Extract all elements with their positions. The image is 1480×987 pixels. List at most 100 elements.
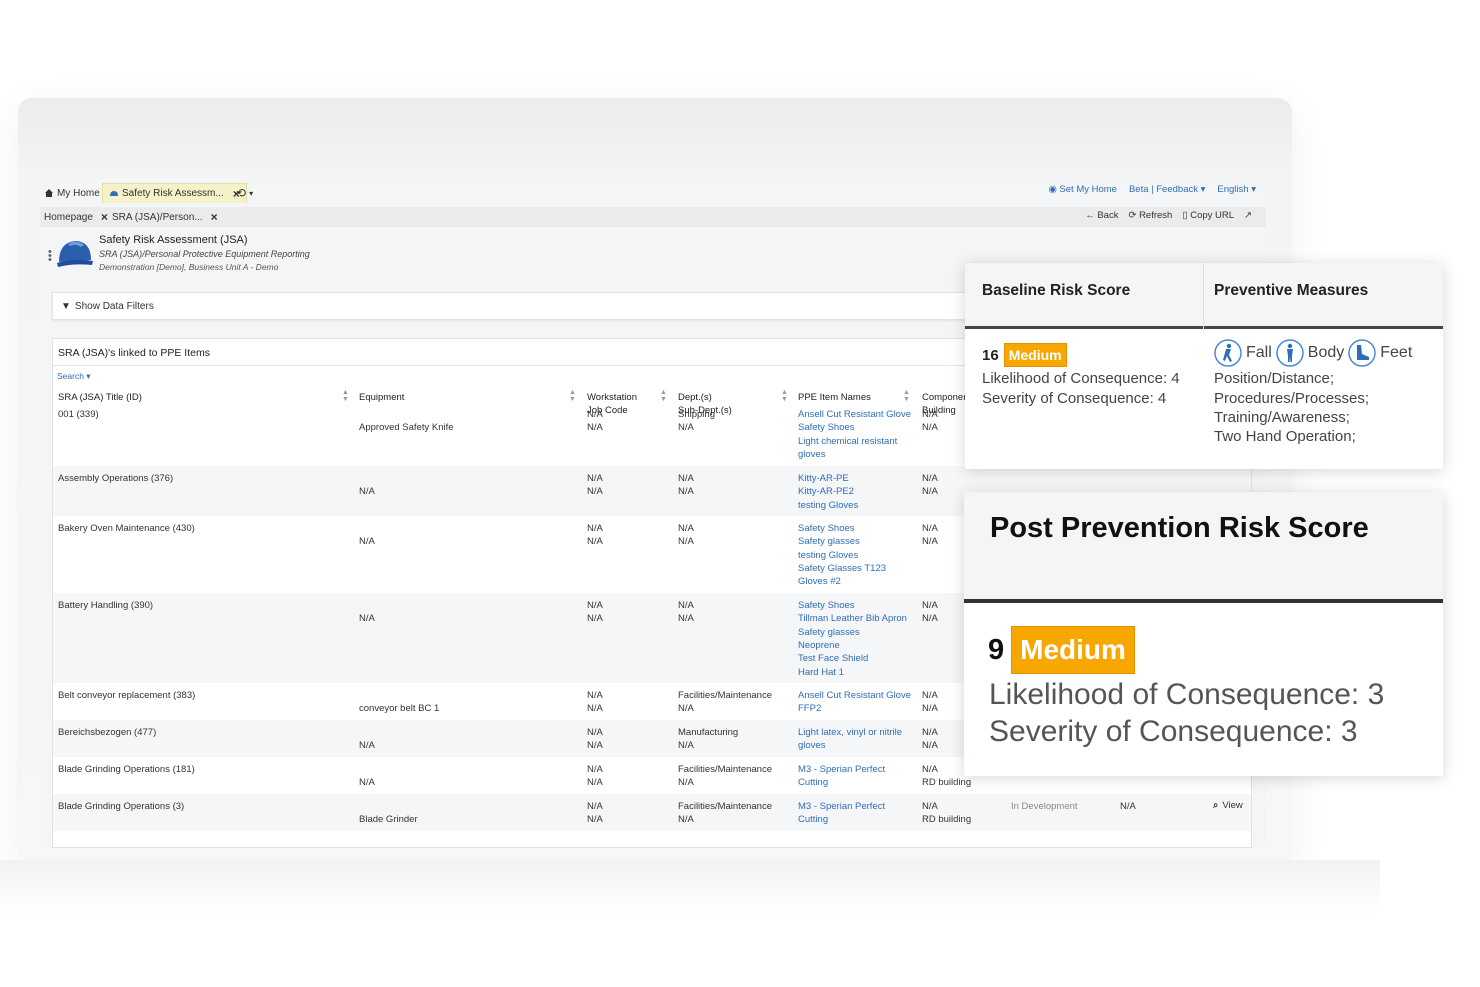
table-row[interactable]: Blade Grinding Operations (3) Blade Grind… bbox=[53, 794, 1251, 831]
fall-label: Fall bbox=[1246, 344, 1272, 361]
ppe-item-link[interactable]: Safety Shoes bbox=[798, 421, 855, 434]
beta-feedback-link[interactable]: Beta | Feedback ▾ bbox=[1129, 184, 1205, 195]
ppe-item-link[interactable]: Neoprene bbox=[798, 639, 840, 652]
sort-icon[interactable]: ▲ ▼ bbox=[342, 389, 349, 403]
ppe-item-link[interactable]: Ansell Cut Resistant Glove bbox=[798, 408, 911, 421]
baseline-severity: Severity of Consequence: 4 bbox=[982, 390, 1167, 407]
search-toggle[interactable]: Search ▾ bbox=[57, 371, 91, 382]
ppe-item-link[interactable]: Safety glasses bbox=[798, 626, 860, 639]
ppe-item-link[interactable]: Cutting bbox=[798, 776, 828, 789]
cell-dept: Facilities/Maintenance bbox=[678, 764, 772, 775]
history-icon: ⟲ bbox=[236, 186, 247, 200]
cell-workstation: N/A bbox=[587, 523, 603, 534]
ppe-item-link[interactable]: Kitty-AR-PE2 bbox=[798, 485, 854, 498]
close-icon[interactable]: × bbox=[211, 210, 218, 224]
sort-icon[interactable]: ▲ ▼ bbox=[903, 389, 910, 403]
hard-hat-logo-icon bbox=[57, 241, 93, 267]
divider bbox=[1203, 263, 1204, 329]
cell-building: N/A bbox=[922, 613, 938, 624]
cell-building: N/A bbox=[922, 486, 938, 497]
ppe-item-link[interactable]: gloves bbox=[798, 739, 825, 752]
search-icon: ⌕ bbox=[1213, 800, 1219, 811]
ppe-item-link[interactable]: Safety Shoes bbox=[798, 522, 855, 535]
more-options-icon[interactable]: • • • bbox=[48, 247, 52, 266]
view-button[interactable]: ⌕View bbox=[1213, 800, 1243, 811]
cell-component: N/A bbox=[922, 409, 938, 420]
ppe-item-link[interactable]: Test Face Shield bbox=[798, 652, 868, 665]
cell-dept: N/A bbox=[678, 523, 694, 534]
cell-title: Bakery Oven Maintenance (430) bbox=[58, 523, 195, 534]
background-floor bbox=[0, 860, 1380, 915]
cell-title: 001 (339) bbox=[58, 409, 99, 420]
ppe-item-link[interactable]: Hard Hat 1 bbox=[798, 666, 844, 679]
ppe-item-link[interactable]: Light chemical resistant bbox=[798, 435, 897, 448]
ppe-item-link[interactable]: M3 - Sperian Perfect bbox=[798, 763, 885, 776]
sort-icon[interactable]: ▲ ▼ bbox=[660, 389, 667, 403]
baseline-likelihood: Likelihood of Consequence: 4 bbox=[982, 370, 1180, 387]
page-actions: ← Back ⟳ Refresh ▯ Copy URL ↗ bbox=[1085, 210, 1252, 221]
language-label: English bbox=[1217, 184, 1249, 195]
cell-dept: Facilities/Maintenance bbox=[678, 801, 772, 812]
chevron-down-icon: ▾ bbox=[249, 188, 254, 198]
baseline-risk-card: Baseline Risk Score Preventive Measures … bbox=[965, 263, 1443, 469]
ppe-item-link[interactable]: testing Gloves bbox=[798, 549, 858, 562]
filters-label: Show Data Filters bbox=[74, 300, 154, 312]
body-icon bbox=[1276, 339, 1304, 367]
post-likelihood: Likelihood of Consequence: 3 bbox=[989, 678, 1385, 711]
cell-building: RD building bbox=[922, 814, 972, 825]
refresh-button[interactable]: ⟳ Refresh bbox=[1128, 210, 1172, 221]
ppe-item-link[interactable]: FFP2 bbox=[798, 702, 821, 715]
back-button[interactable]: ← Back bbox=[1085, 210, 1118, 221]
breadcrumb-homepage[interactable]: Homepage × bbox=[44, 210, 108, 224]
measure-item: Procedures/Processes; bbox=[1214, 390, 1370, 407]
view-label: View bbox=[1222, 800, 1243, 811]
ppe-item-link[interactable]: Tillman Leather Bib Apron bbox=[798, 612, 907, 625]
ppe-item-link[interactable]: Kitty-AR-PE bbox=[798, 472, 849, 485]
beta-feedback-label: Beta | Feedback bbox=[1128, 184, 1198, 195]
cell-workstation: N/A bbox=[587, 473, 603, 484]
tab-safety-risk[interactable]: Safety Risk Assessm... × bbox=[102, 183, 247, 203]
baseline-risk-heading: Baseline Risk Score bbox=[982, 282, 1131, 299]
tab-my-home[interactable]: My Home bbox=[44, 183, 100, 203]
breadcrumb-current[interactable]: SRA (JSA)/Person... × bbox=[112, 210, 218, 224]
ppe-item-link[interactable]: gloves bbox=[798, 448, 825, 461]
cell-workstation: N/A bbox=[587, 409, 603, 420]
close-icon[interactable]: × bbox=[101, 210, 108, 224]
cell-sub-dept: N/A bbox=[678, 536, 694, 547]
ppe-item-link[interactable]: Safety glasses bbox=[798, 535, 860, 548]
sort-icon[interactable]: ▲ ▼ bbox=[781, 389, 788, 403]
ppe-item-link[interactable]: Ansell Cut Resistant Glove bbox=[798, 689, 911, 702]
external-link-icon[interactable]: ↗ bbox=[1244, 210, 1252, 221]
cell-component: N/A bbox=[922, 600, 938, 611]
cell-title: Blade Grinding Operations (181) bbox=[58, 764, 195, 775]
refresh-icon: ⟳ bbox=[1128, 210, 1137, 221]
breadcrumb: Homepage × SRA (JSA)/Person... × bbox=[40, 207, 1266, 227]
cell-sub-dept: N/A bbox=[678, 486, 694, 497]
panel-title: SRA (JSA)'s linked to PPE Items bbox=[58, 347, 210, 359]
ppe-item-link[interactable]: Safety Shoes bbox=[798, 599, 855, 612]
sort-icon[interactable]: ▲ ▼ bbox=[569, 389, 576, 403]
ppe-item-link[interactable]: Light latex, vinyl or nitrile bbox=[798, 726, 902, 739]
cell-building: N/A bbox=[922, 703, 938, 714]
language-select[interactable]: English ▾ bbox=[1217, 184, 1256, 195]
cell-equipment: N/A bbox=[359, 777, 375, 788]
cell-job-code: N/A bbox=[587, 777, 603, 788]
cell-dept: N/A bbox=[678, 473, 694, 484]
ppe-item-link[interactable]: M3 - Sperian Perfect bbox=[798, 800, 885, 813]
set-my-home-link[interactable]: ◉ Set My Home bbox=[1048, 184, 1116, 195]
history-menu[interactable]: ⟲ ▾ bbox=[236, 183, 253, 203]
ppe-item-link[interactable]: Cutting bbox=[798, 813, 828, 826]
cell-equipment: N/A bbox=[359, 486, 375, 497]
cell-workstation: N/A bbox=[587, 600, 603, 611]
ppe-item-link[interactable]: testing Gloves bbox=[798, 499, 858, 512]
arrow-left-icon: ← bbox=[1085, 210, 1095, 221]
copy-url-button[interactable]: ▯ Copy URL bbox=[1182, 210, 1234, 221]
baseline-level-badge: Medium bbox=[1003, 343, 1067, 367]
cell-title: Battery Handling (390) bbox=[58, 600, 154, 611]
set-my-home-label: Set My Home bbox=[1059, 184, 1117, 195]
cell-dept: Manufacturing bbox=[678, 727, 739, 738]
ppe-item-link[interactable]: Gloves #2 bbox=[798, 575, 841, 588]
cell-dept: Facilities/Maintenance bbox=[678, 690, 772, 701]
ppe-item-link[interactable]: Safety Glasses T123 bbox=[798, 562, 886, 575]
home-icon bbox=[45, 189, 53, 197]
